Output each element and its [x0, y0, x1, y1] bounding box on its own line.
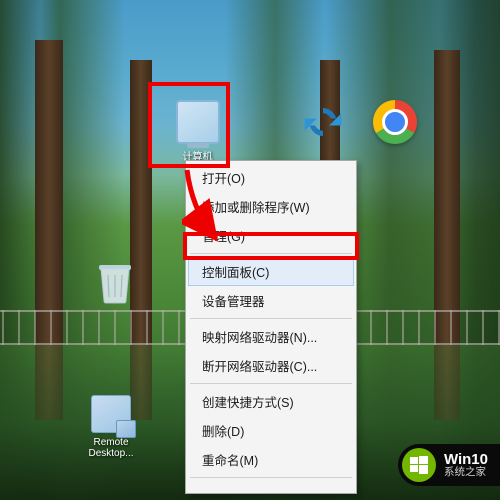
menu-item-rename[interactable]: 重命名(M): [188, 445, 354, 474]
menu-item-open[interactable]: 打开(O): [188, 163, 354, 192]
recycle-bin-desktop-icon[interactable]: [82, 260, 147, 308]
menu-separator: [190, 253, 352, 254]
menu-separator: [190, 477, 352, 478]
menu-item-properties[interactable]: [188, 481, 354, 491]
refresh-arrows-icon: [301, 100, 345, 144]
recycle-bin-icon: [93, 260, 137, 304]
chrome-icon: [373, 100, 417, 144]
menu-separator: [190, 318, 352, 319]
chrome-desktop-icon[interactable]: [362, 100, 427, 148]
menu-separator: [190, 383, 352, 384]
menu-item-create-shortcut[interactable]: 创建快捷方式(S): [188, 387, 354, 416]
menu-item-manage[interactable]: 管理(G): [188, 221, 354, 250]
refresh-desktop-icon[interactable]: [290, 100, 355, 148]
remote-desktop-label: Remote Desktop...: [75, 437, 147, 459]
windows-logo-icon: [402, 448, 436, 482]
watermark-subtitle: 系统之家: [444, 467, 488, 478]
computer-context-menu: 打开(O) 添加或删除程序(W) 管理(G) 控制面板(C) 设备管理器 映射网…: [185, 160, 357, 494]
menu-item-device-manager[interactable]: 设备管理器: [188, 286, 354, 315]
remote-desktop-icon[interactable]: Remote Desktop...: [75, 395, 147, 459]
menu-item-disconnect-network-drive[interactable]: 断开网络驱动器(C)...: [188, 351, 354, 380]
watermark-badge: Win10 系统之家: [398, 444, 500, 486]
watermark-title: Win10: [444, 452, 488, 468]
menu-item-add-remove-programs[interactable]: 添加或删除程序(W): [188, 192, 354, 221]
computer-icon: [176, 100, 220, 144]
remote-desktop-connection-icon: [91, 395, 131, 433]
computer-desktop-icon[interactable]: 计算机: [165, 100, 230, 163]
menu-item-delete[interactable]: 删除(D): [188, 416, 354, 445]
menu-item-map-network-drive[interactable]: 映射网络驱动器(N)...: [188, 322, 354, 351]
menu-item-control-panel[interactable]: 控制面板(C): [188, 257, 354, 286]
